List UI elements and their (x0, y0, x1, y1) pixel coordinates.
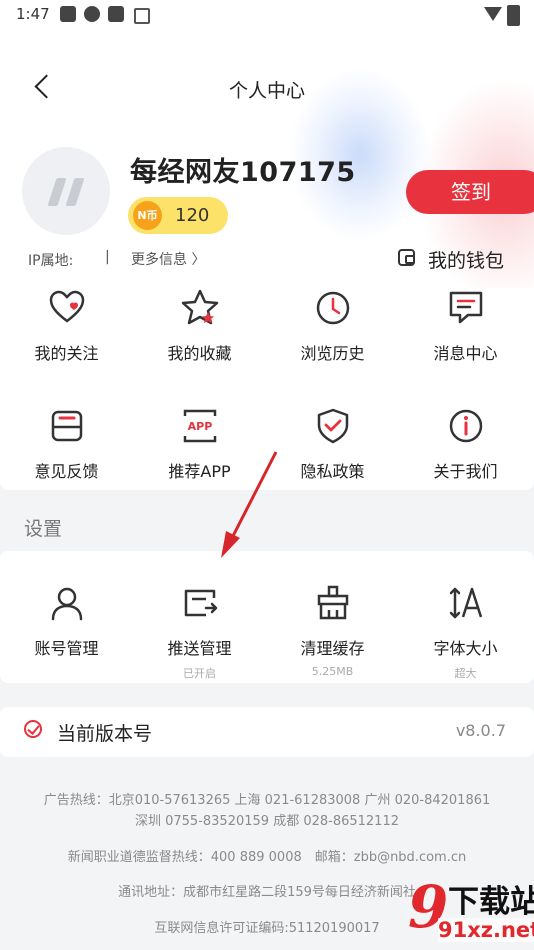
menu-item-about[interactable]: 关于我们 (399, 406, 532, 482)
settings-item-label: 推送管理 (167, 639, 232, 658)
broom-icon (317, 585, 348, 620)
menu-item-label: 意见反馈 (34, 462, 99, 481)
settings-item-status: 5.25MB (311, 665, 354, 678)
coin-value: 120 (175, 205, 210, 226)
settings-item-label: 账号管理 (34, 639, 99, 658)
menu-grid: 我的关注 我的收藏 浏览历史 消息中心 意见反馈 APP 推荐APP 隐私政策 … (0, 288, 534, 490)
status-bar: 1:47 (0, 0, 534, 30)
menu-item-label: 消息中心 (433, 344, 498, 363)
sync-icon (84, 6, 100, 22)
menu-item-label: 关于我们 (433, 462, 498, 481)
version-row[interactable]: 当前版本号 v8.0.7 (0, 707, 534, 757)
notification-icon (60, 6, 76, 22)
app-icon-text: APP (187, 420, 212, 433)
footer-ad-hotline: 深圳 0755-83520159 成都 028-86512112 (134, 814, 399, 829)
settings-item-account[interactable]: 账号管理 (0, 583, 133, 659)
profile-header: 个人中心 每经网友107175 N币 120 签到 IP属地: | 更多信息 〉… (0, 30, 534, 288)
settings-item-status: 超大 (454, 667, 477, 680)
notification-icon (108, 6, 124, 22)
menu-item-privacy[interactable]: 隐私政策 (266, 406, 399, 482)
settings-item-clear-cache[interactable]: 清理缓存 5.25MB (266, 583, 399, 678)
menu-item-label: 我的关注 (34, 344, 99, 363)
settings-item-status: 已开启 (183, 667, 216, 680)
watermark-text: 下载站 (448, 884, 534, 920)
wallet-icon (398, 249, 415, 266)
shield-icon (317, 408, 348, 444)
user-icon (51, 587, 82, 621)
settings-grid: 账号管理 推送管理 已开启 清理缓存 5.25MB 字体大小 超大 (0, 551, 534, 683)
wallet-label: 我的钱包 (428, 250, 505, 272)
page-title: 个人中心 (228, 80, 305, 102)
settings-item-label: 字体大小 (433, 639, 498, 658)
menu-item-feedback[interactable]: 意见反馈 (0, 406, 133, 482)
coin-balance[interactable]: N币 120 (128, 197, 228, 234)
status-time: 1:47 (16, 5, 50, 23)
menu-item-label: 推荐APP (168, 462, 231, 481)
notification-icon (134, 8, 150, 24)
settings-item-label: 清理缓存 (300, 639, 365, 658)
star-icon (181, 289, 218, 325)
footer-ethics-hotline: 新闻职业道德监督热线：400 889 0008 邮箱：zbb@nbd.com.c… (67, 850, 467, 865)
feedback-icon (51, 410, 82, 442)
menu-item-label: 我的收藏 (167, 344, 232, 363)
settings-section-title: 设置 (24, 518, 63, 540)
menu-item-history[interactable]: 浏览历史 (266, 288, 399, 364)
more-info-link[interactable]: 更多信息 〉 (131, 249, 205, 269)
avatar-logo-icon (65, 178, 85, 206)
menu-item-follow[interactable]: 我的关注 (0, 288, 133, 364)
watermark-logo: 9 下载站 91xz.net (408, 872, 534, 950)
battery-icon (507, 5, 520, 26)
menu-item-recommend-app[interactable]: APP 推荐APP (133, 406, 266, 482)
settings-item-font-size[interactable]: 字体大小 超大 (399, 583, 532, 681)
font-size-icon (449, 587, 482, 619)
footer-ad-hotline: 广告热线：北京010-57613265 上海 021-61283008 广州 0… (43, 793, 491, 808)
wifi-icon (484, 7, 502, 21)
message-icon (449, 291, 482, 324)
menu-item-label: 隐私政策 (300, 462, 365, 481)
settings-item-push[interactable]: 推送管理 已开启 (133, 583, 266, 681)
avatar-logo-icon (47, 178, 67, 206)
checkin-button[interactable]: 签到 (406, 170, 534, 214)
app-icon: APP (183, 409, 216, 443)
ip-location-label: IP属地: (28, 253, 74, 269)
version-label: 当前版本号 (57, 723, 153, 745)
separator: | (105, 249, 110, 265)
menu-item-label: 浏览历史 (300, 344, 365, 363)
version-value: v8.0.7 (455, 721, 506, 740)
info-icon (449, 409, 482, 443)
menu-item-favorites[interactable]: 我的收藏 (133, 288, 266, 364)
clock-icon (316, 291, 349, 325)
username: 每经网友107175 (130, 157, 356, 188)
version-check-icon (24, 720, 42, 738)
menu-item-messages[interactable]: 消息中心 (399, 288, 532, 364)
push-icon (184, 589, 217, 617)
avatar[interactable] (22, 147, 110, 235)
coin-icon: N币 (133, 201, 162, 230)
watermark-url: 91xz.net (438, 918, 534, 942)
heart-icon (49, 290, 84, 323)
